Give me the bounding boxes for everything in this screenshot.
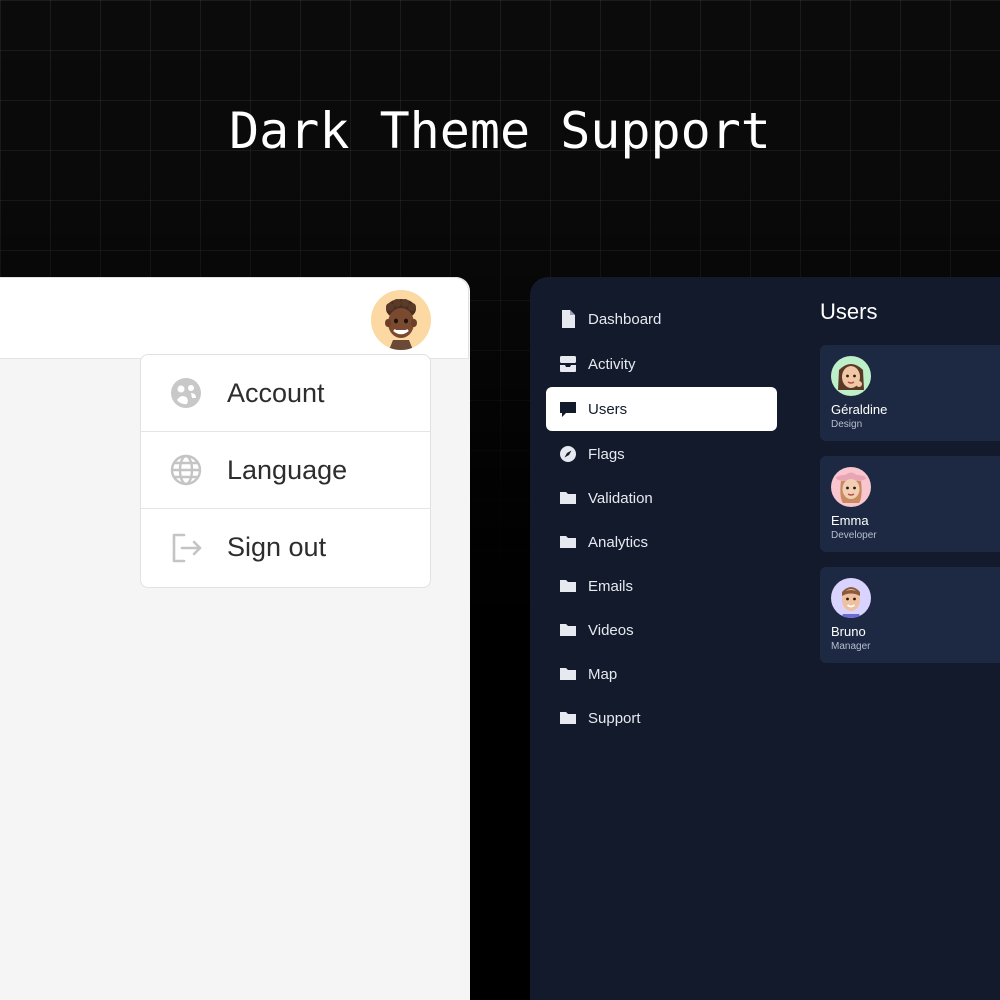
folder-icon <box>560 492 576 504</box>
account-icon <box>171 378 201 408</box>
sidebar-item-label: Support <box>588 709 641 727</box>
folder-icon <box>560 668 576 680</box>
folder-icon <box>560 712 576 724</box>
user-name: Géraldine <box>831 402 888 417</box>
users-heading: Users <box>820 299 878 324</box>
user-card-bruno[interactable]: Bruno Manager <box>820 567 1000 663</box>
chat-icon <box>560 402 576 417</box>
avatar <box>831 467 871 507</box>
sidebar-item-support[interactable]: Support <box>546 696 777 740</box>
menu-item-label: Language <box>227 454 348 485</box>
folder-icon <box>560 624 576 636</box>
sidebar-item-label: Activity <box>588 355 636 373</box>
sidebar-item-dashboard[interactable]: Dashboard <box>546 297 777 341</box>
sidebar-item-analytics[interactable]: Analytics <box>546 520 777 564</box>
user-card-geraldine[interactable]: Géraldine Design <box>820 345 1000 441</box>
sidebar-item-label: Dashboard <box>588 310 662 328</box>
user-card-emma[interactable]: Emma Developer <box>820 456 1000 552</box>
sidebar-item-label: Map <box>588 665 618 683</box>
user-avatar-button[interactable] <box>371 290 431 350</box>
avatar <box>831 356 871 396</box>
sidebar-item-label: Users <box>588 400 628 418</box>
sidebar-item-label: Flags <box>588 445 625 463</box>
app-header <box>0 277 469 359</box>
folder-icon <box>560 580 576 592</box>
sidebar-item-validation[interactable]: Validation <box>546 476 777 520</box>
sidebar-item-emails[interactable]: Emails <box>546 564 777 608</box>
hero-title: Dark Theme Support <box>229 102 771 160</box>
menu-item-label: Account <box>227 377 325 408</box>
user-name: Emma <box>831 513 869 528</box>
memoji-avatar-icon <box>838 364 864 390</box>
menu-item-sign-out[interactable]: Sign out <box>141 509 430 586</box>
folder-icon <box>560 536 576 548</box>
dark-theme-app: Dashboard Activity Users Flags Validatio… <box>530 277 1000 1000</box>
memoji-avatar-icon <box>836 472 866 503</box>
avatar <box>831 578 871 618</box>
memoji-avatar-icon <box>371 290 431 350</box>
menu-item-language[interactable]: Language <box>141 432 430 509</box>
memoji-avatar-icon <box>841 587 861 618</box>
sidebar-item-users[interactable]: Users <box>546 387 777 431</box>
sidebar-item-videos[interactable]: Videos <box>546 608 777 652</box>
user-name: Bruno <box>831 624 866 639</box>
sidebar-item-activity[interactable]: Activity <box>546 342 777 386</box>
compass-icon <box>560 446 576 462</box>
sidebar-item-map[interactable]: Map <box>546 652 777 696</box>
light-theme-app: Account Language Sign out <box>0 277 470 1000</box>
document-icon <box>562 310 575 328</box>
sidebar-item-label: Analytics <box>588 533 649 551</box>
menu-item-label: Sign out <box>227 532 327 562</box>
menu-item-account[interactable]: Account <box>141 355 430 432</box>
sign-out-icon <box>172 533 202 562</box>
account-dropdown-menu: Account Language Sign out <box>140 354 431 588</box>
user-role: Developer <box>831 530 877 541</box>
globe-icon <box>170 454 202 486</box>
sidebar-item-label: Emails <box>588 577 634 595</box>
inbox-icon <box>560 356 576 372</box>
sidebar-item-flags[interactable]: Flags <box>546 432 777 476</box>
sidebar-item-label: Validation <box>588 489 653 507</box>
user-role: Manager <box>831 641 871 652</box>
user-role: Design <box>831 419 863 430</box>
sidebar-item-label: Videos <box>588 621 634 639</box>
